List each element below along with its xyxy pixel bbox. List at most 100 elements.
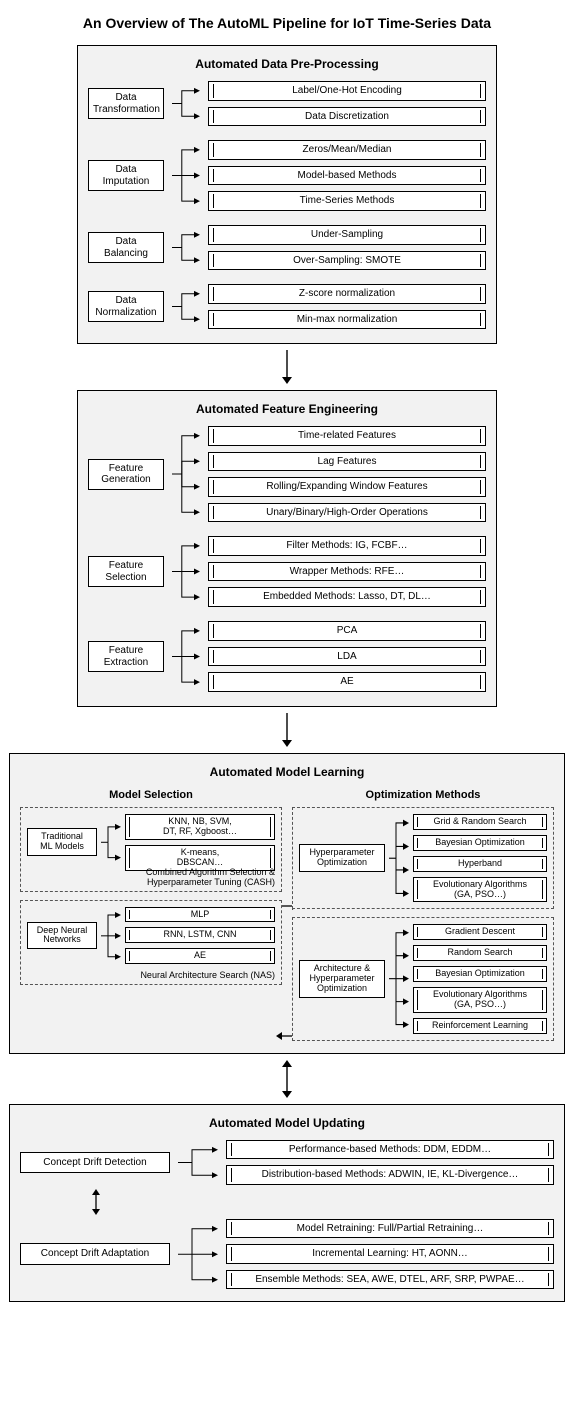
group: Data Normalization Z-score normalization M… bbox=[88, 284, 486, 329]
stage-preprocessing: Automated Data Pre-Processing Data Trans… bbox=[77, 45, 497, 344]
connector bbox=[172, 426, 200, 522]
target-box: Evolutionary Algorithms (GA, PSO…) bbox=[413, 987, 547, 1013]
target-box: Bayesian Optimization bbox=[413, 966, 547, 982]
stage4-group: Concept Drift Detection Performance-based… bbox=[20, 1140, 554, 1185]
connector bbox=[389, 924, 409, 1033]
target-box: Grid & Random Search bbox=[413, 814, 547, 830]
arrow-down-2 bbox=[6, 713, 568, 747]
stage3-left-title: Model Selection bbox=[20, 789, 282, 801]
target-box: Model Retraining: Full/Partial Retrainin… bbox=[226, 1219, 554, 1239]
stage3-right-title: Optimization Methods bbox=[292, 789, 554, 801]
target-box: KNN, NB, SVM, DT, RF, Xgboost… bbox=[125, 814, 275, 840]
source-box: Data Transformation bbox=[88, 88, 164, 119]
arrow-down-1 bbox=[6, 350, 568, 384]
source-box: Feature Generation bbox=[88, 459, 164, 490]
source-box: Data Imputation bbox=[88, 160, 164, 191]
group: Data Imputation Zeros/Mean/Median Model-ba… bbox=[88, 140, 486, 211]
double-arrow-vertical-1 bbox=[6, 1060, 568, 1098]
double-arrow-vertical-2 bbox=[90, 1189, 554, 1215]
target-box: Data Discretization bbox=[208, 107, 486, 127]
targets: Z-score normalization Min-max normalizati… bbox=[208, 284, 486, 329]
target-box: Time-Series Methods bbox=[208, 191, 486, 211]
arch-hpo-box: Architecture & Hyperparameter Optimizati… bbox=[292, 917, 554, 1040]
connector bbox=[172, 284, 200, 329]
group: Feature Generation Time-related Features L… bbox=[88, 426, 486, 522]
connector bbox=[389, 814, 409, 902]
source-box: Traditional ML Models bbox=[27, 828, 97, 856]
target-box: Unary/Binary/High-Order Operations bbox=[208, 503, 486, 523]
target-box: MLP bbox=[125, 907, 275, 923]
target-box: Over-Sampling: SMOTE bbox=[208, 251, 486, 271]
stage-model-learning: Automated Model Learning Model Selection… bbox=[9, 753, 565, 1054]
source-box: Architecture & Hyperparameter Optimizati… bbox=[299, 960, 385, 998]
target-box: Filter Methods: IG, FCBF… bbox=[208, 536, 486, 556]
connector bbox=[101, 907, 121, 965]
mini-group: Architecture & Hyperparameter Optimizati… bbox=[299, 924, 547, 1033]
source-box: Feature Selection bbox=[88, 556, 164, 587]
stage4-title: Automated Model Updating bbox=[20, 1116, 554, 1130]
target-box: Random Search bbox=[413, 945, 547, 961]
group: Data Transformation Label/One-Hot Encodin… bbox=[88, 81, 486, 126]
connector bbox=[178, 1219, 218, 1290]
target-box: Performance-based Methods: DDM, EDDM… bbox=[226, 1140, 554, 1160]
target-box: LDA bbox=[208, 647, 486, 667]
target-box: Z-score normalization bbox=[208, 284, 486, 304]
target-box: Embedded Methods: Lasso, DT, DL… bbox=[208, 587, 486, 607]
target-box: Wrapper Methods: RFE… bbox=[208, 562, 486, 582]
stage-model-updating: Automated Model Updating Concept Drift D… bbox=[9, 1104, 565, 1303]
target-box: AE bbox=[208, 672, 486, 692]
target-box: Lag Features bbox=[208, 452, 486, 472]
targets: Gradient Descent Random Search Bayesian Op… bbox=[413, 924, 547, 1033]
nas-box: Deep Neural NetworksMLPRNN, LSTM, CNNAE … bbox=[20, 900, 282, 986]
connector bbox=[172, 621, 200, 692]
target-box: Under-Sampling bbox=[208, 225, 486, 245]
target-box: Reinforcement Learning bbox=[413, 1018, 547, 1034]
source-box: Data Balancing bbox=[88, 232, 164, 263]
source-box: Concept Drift Adaptation bbox=[20, 1243, 170, 1265]
group: Data Balancing Under-Sampling Over-Samplin… bbox=[88, 225, 486, 270]
source-box: Feature Extraction bbox=[88, 641, 164, 672]
targets: Filter Methods: IG, FCBF… Wrapper Methods… bbox=[208, 536, 486, 607]
mini-group: Deep Neural NetworksMLPRNN, LSTM, CNNAE bbox=[27, 907, 275, 965]
target-box: Min-max normalization bbox=[208, 310, 486, 330]
target-box: PCA bbox=[208, 621, 486, 641]
stage4-group: Concept Drift Adaptation Model Retraining… bbox=[20, 1219, 554, 1290]
targets: Zeros/Mean/Median Model-based Methods Time… bbox=[208, 140, 486, 211]
targets: KNN, NB, SVM, DT, RF, Xgboost…K-means, D… bbox=[125, 814, 275, 871]
connector bbox=[172, 140, 200, 211]
targets: Model Retraining: Full/Partial Retrainin… bbox=[226, 1219, 554, 1290]
stage3-title: Automated Model Learning bbox=[20, 765, 554, 779]
stage-feature-engineering: Automated Feature Engineering Feature Ge… bbox=[77, 390, 497, 707]
targets: Grid & Random Search Bayesian Optimizatio… bbox=[413, 814, 547, 902]
targets: MLPRNN, LSTM, CNNAE bbox=[125, 907, 275, 965]
target-box: Ensemble Methods: SEA, AWE, DTEL, ARF, S… bbox=[226, 1270, 554, 1290]
target-box: Gradient Descent bbox=[413, 924, 547, 940]
target-box: Bayesian Optimization bbox=[413, 835, 547, 851]
target-box: Rolling/Expanding Window Features bbox=[208, 477, 486, 497]
connector bbox=[172, 225, 200, 270]
nas-caption: Neural Architecture Search (NAS) bbox=[140, 971, 275, 981]
group: Feature Selection Filter Methods: IG, FCB… bbox=[88, 536, 486, 607]
targets: Label/One-Hot Encoding Data Discretizatio… bbox=[208, 81, 486, 126]
targets: Performance-based Methods: DDM, EDDM… Dis… bbox=[226, 1140, 554, 1185]
targets: PCA LDA AE bbox=[208, 621, 486, 692]
target-box: Distribution-based Methods: ADWIN, IE, K… bbox=[226, 1165, 554, 1185]
targets: Time-related Features Lag Features Rolling… bbox=[208, 426, 486, 522]
target-box: Model-based Methods bbox=[208, 166, 486, 186]
mini-group: Traditional ML Models KNN, NB, SVM, DT, R… bbox=[27, 814, 275, 871]
target-box: RNN, LSTM, CNN bbox=[125, 927, 275, 943]
target-box: Zeros/Mean/Median bbox=[208, 140, 486, 160]
connector bbox=[172, 81, 200, 126]
targets: Under-Sampling Over-Sampling: SMOTE bbox=[208, 225, 486, 270]
target-box: Evolutionary Algorithms (GA, PSO…) bbox=[413, 877, 547, 903]
cash-caption: Combined Algorithm Selection & Hyperpara… bbox=[146, 868, 275, 888]
hpo-box: Hyperparameter OptimizationGrid & Random… bbox=[292, 807, 554, 909]
connector bbox=[101, 814, 121, 871]
stage1-title: Automated Data Pre-Processing bbox=[88, 57, 486, 71]
target-box: Label/One-Hot Encoding bbox=[208, 81, 486, 101]
connector bbox=[178, 1140, 218, 1185]
mini-group: Hyperparameter OptimizationGrid & Random… bbox=[299, 814, 547, 902]
source-box: Concept Drift Detection bbox=[20, 1152, 170, 1174]
source-box: Data Normalization bbox=[88, 291, 164, 322]
target-box: Time-related Features bbox=[208, 426, 486, 446]
